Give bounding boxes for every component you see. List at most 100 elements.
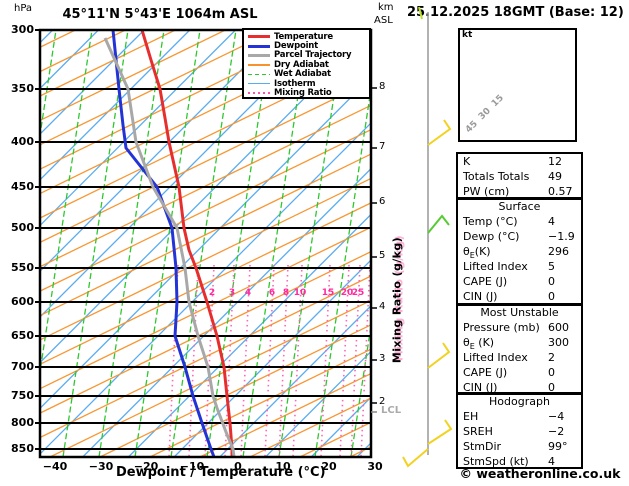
table-row: Lifted Index 5 (458, 259, 581, 274)
table-row-value: −4 (548, 410, 565, 423)
pressure-tick-label: 350 (11, 82, 34, 95)
table-row-label: Totals Totals (463, 170, 530, 183)
indices-table: Surface Temp (°C) 4 Dewp (°C) −1.9 θE(K) 296 Li… (456, 198, 583, 305)
table-row-label: Dewp (°C) (463, 230, 520, 243)
table-row: PW (cm) 0.57 (458, 184, 581, 199)
table-row-value: 5 (548, 260, 555, 273)
wind-barb (418, 6, 423, 20)
wind-barb (427, 419, 453, 445)
pressure-tick-label: 300 (11, 23, 34, 36)
indices-table: Hodograph EH −4 SREH −2 StmDir 99° StmSpd (kt) 4 (456, 393, 583, 469)
pressure-tick-label: 450 (11, 180, 34, 193)
table-row-label: StmDir (463, 440, 502, 453)
legend-item: Mixing Ratio (248, 88, 369, 99)
km-tick-label: 3 (379, 353, 386, 364)
pressure-tick-label: 800 (11, 416, 34, 429)
sounding-curves (103, 30, 236, 457)
km-tick-label: 6 (379, 196, 386, 207)
table-row-value: 49 (548, 170, 562, 183)
lcl-label: LCL (381, 405, 402, 416)
legend-item-label: Mixing Ratio (274, 88, 332, 99)
table-row: K 12 (458, 154, 581, 169)
legend-line-sample (248, 64, 270, 66)
table-row: Lifted Index 2 (458, 350, 581, 365)
table-row: Totals Totals 49 (458, 169, 581, 184)
mixing-ratio-value-label: 10 (293, 288, 307, 298)
legend-line-sample (248, 73, 270, 75)
indices-table: Most Unstable Pressure (mb) 600 θE (K) 300 Li… (456, 304, 583, 394)
hodograph-unit-label: kt (462, 30, 473, 40)
table-row: EH −4 (458, 409, 581, 424)
table-row-value: 12 (548, 155, 562, 168)
km-tick-label: 4 (379, 301, 386, 312)
mixing-ratio-value-label: 3 (228, 288, 236, 298)
legend-line-sample (248, 35, 270, 39)
km-tick-label: 7 (379, 141, 386, 152)
pressure-tick-label: 400 (11, 135, 34, 148)
mixing-ratio-value-label: 6 (268, 288, 276, 298)
wind-barb (402, 448, 429, 468)
table-row: CAPE (J) 0 (458, 365, 581, 380)
table-row-label: SREH (463, 425, 493, 438)
indices-table: K 12 Totals Totals 49 PW (cm) 0.57 (456, 152, 583, 199)
table-row-label: EH (463, 410, 479, 423)
table-row-label: CIN (J) (463, 290, 498, 303)
table-row: Pressure (mb) 600 (458, 320, 581, 335)
table-row-value: 0 (548, 366, 555, 379)
table-row-label: Pressure (mb) (463, 321, 540, 334)
table-row: SREH −2 (458, 424, 581, 439)
table-row: Temp (°C) 4 (458, 214, 581, 229)
temperature-tick-label: −30 (88, 460, 114, 473)
pressure-tick-label: 550 (11, 261, 34, 274)
table-row-value: 0.57 (548, 185, 573, 198)
table-row: θE(K) 296 (458, 244, 581, 260)
legend-line-sample (248, 53, 270, 57)
table-row-value: 296 (548, 245, 569, 258)
table-row: StmDir 99° (458, 439, 581, 454)
pressure-tick-label: 650 (11, 329, 34, 342)
table-row-value: 300 (548, 336, 569, 349)
table-section-title: Hodograph (489, 395, 550, 408)
table-section-title: Most Unstable (480, 306, 559, 319)
wind-barb (427, 214, 450, 234)
mixing-ratio-value-label: 25 (351, 288, 365, 298)
wind-barb (427, 119, 452, 146)
pressure-tick-label: 750 (11, 389, 34, 402)
mixing-ratio-value-label: 4 (244, 288, 252, 298)
x-axis-title: Dewpoint / Temperature (°C) (116, 465, 326, 480)
table-row-label: PW (cm) (463, 185, 510, 198)
mixing-ratio-value-label: 2 (208, 288, 216, 298)
legend-line-sample (248, 82, 270, 85)
table-row-label: CAPE (J) (463, 366, 508, 379)
km-tick-label: 5 (379, 250, 386, 261)
table-row: Dewp (°C) −1.9 (458, 229, 581, 244)
parcel_trajectory-curve (103, 37, 236, 457)
pressure-tick-label: 850 (11, 442, 34, 455)
km-tick-label: 8 (379, 81, 386, 92)
table-row-value: −2 (548, 425, 565, 438)
legend-item: Parcel Trajectory (248, 50, 369, 60)
legend-item: Dry Adiabat (248, 60, 369, 70)
legend-line-sample (248, 92, 270, 94)
mixing-ratio-value-label: 15 (321, 288, 335, 298)
table-row-value: 600 (548, 321, 569, 334)
temperature-curve (140, 30, 234, 457)
table-row-label: Lifted Index (463, 260, 528, 273)
table-row-label: CAPE (J) (463, 275, 508, 288)
pressure-tick-label: 600 (11, 295, 34, 308)
table-row-value: 0 (548, 275, 555, 288)
legend: Temperature Dewpoint Parcel Trajectory Dry … (242, 28, 371, 99)
temperature-tick-label: −40 (42, 460, 68, 473)
legend-item: Dewpoint (248, 41, 369, 51)
watermark: © weatheronline.co.uk (459, 466, 621, 481)
table-row: CAPE (J) 0 (458, 274, 581, 289)
mixing-ratio-axis-label: Mixing Ratio (g/kg) (390, 236, 404, 364)
legend-line-sample (248, 44, 270, 48)
table-row-label: Lifted Index (463, 351, 528, 364)
sounding-chart-page: hPa 45°11'N 5°43'E 1064m ASL km ASL 25.1… (0, 0, 629, 486)
table-row-value: 0 (548, 290, 555, 303)
table-row-label: Temp (°C) (463, 215, 518, 228)
table-row-value: 99° (548, 440, 568, 453)
legend-item: Temperature (248, 32, 369, 42)
legend-item: Wet Adiabat (248, 69, 369, 79)
